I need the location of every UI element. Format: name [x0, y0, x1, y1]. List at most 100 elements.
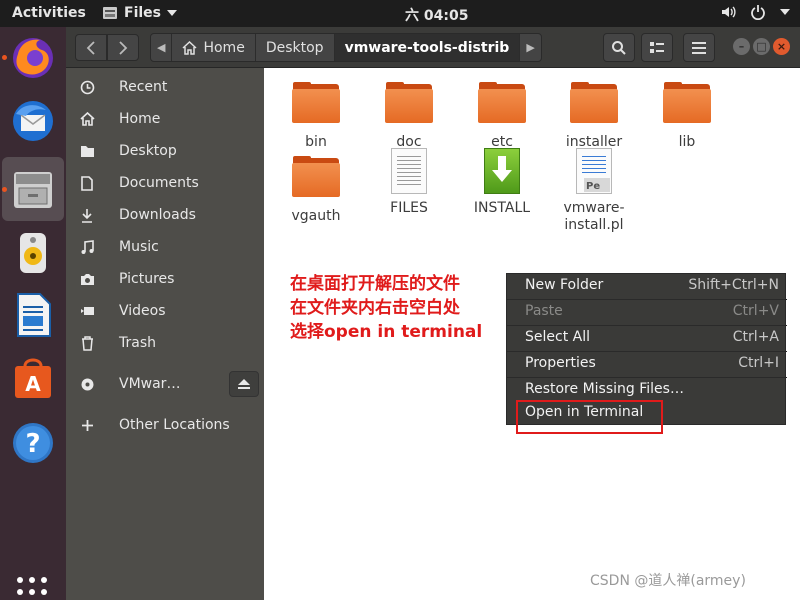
eject-icon [238, 379, 250, 389]
sidebar-item-label: Home [119, 111, 161, 127]
sidebar-item-music[interactable]: Music [66, 233, 264, 261]
menu-button[interactable] [683, 33, 715, 62]
menu-item-properties[interactable]: Properties Ctrl+I [507, 352, 787, 376]
close-button[interactable]: × [773, 38, 790, 55]
app-name: Files [124, 5, 161, 21]
path-desktop-label: Desktop [265, 39, 324, 56]
writer-icon[interactable] [9, 291, 57, 339]
svg-text:Pe: Pe [586, 181, 600, 192]
chevron-down-icon [167, 10, 177, 16]
sidebar-item-desktop[interactable]: Desktop [66, 137, 264, 165]
music-icon [79, 239, 95, 255]
sidebar-item-label: Desktop [119, 143, 177, 159]
camera-icon [79, 271, 95, 287]
sidebar-item-label: Recent [119, 79, 168, 95]
file-name: lib [678, 134, 696, 150]
sidebar-item-label: Trash [119, 335, 156, 351]
firefox-icon[interactable] [9, 33, 57, 81]
sidebar-item-label: Other Locations [119, 417, 230, 433]
sidebar-item-pictures[interactable]: Pictures [66, 265, 264, 293]
search-icon [612, 40, 626, 55]
plus-icon [79, 417, 95, 433]
power-icon[interactable] [750, 4, 766, 20]
sidebar-item-recent[interactable]: Recent [66, 73, 264, 101]
sidebar-item-home[interactable]: Home [66, 105, 264, 133]
minimize-button[interactable]: – [733, 38, 750, 55]
chevron-down-icon[interactable] [780, 9, 790, 15]
home-icon [79, 111, 95, 127]
path-scroll-left[interactable]: ◀ [151, 34, 173, 61]
path-home-label: Home [203, 39, 245, 56]
file-item-lib[interactable]: lib [649, 82, 725, 150]
back-button[interactable] [75, 34, 107, 61]
hamburger-icon [692, 41, 706, 54]
software-icon[interactable]: A [9, 353, 57, 401]
forward-button[interactable] [107, 34, 139, 61]
menu-item-label: Select All [525, 329, 590, 345]
running-indicator [2, 55, 7, 60]
app-menu[interactable]: Files [102, 5, 177, 21]
help-icon[interactable]: ? [9, 419, 57, 467]
sidebar-item-downloads[interactable]: Downloads [66, 201, 264, 229]
system-tray[interactable] [720, 4, 790, 20]
search-button[interactable] [603, 33, 635, 62]
folder-icon [663, 82, 711, 130]
sidebar-item-documents[interactable]: Documents [66, 169, 264, 197]
menu-item-shortcut: Ctrl+A [732, 329, 779, 345]
show-applications-icon[interactable] [17, 577, 47, 600]
menu-item-label: Paste [525, 303, 563, 319]
clock[interactable]: 六 04:05 [405, 5, 468, 25]
menu-item-paste[interactable]: Paste Ctrl+V [507, 300, 787, 324]
menu-item-restore-missing-files[interactable]: Restore Missing Files… [507, 378, 787, 402]
menu-item-select-all[interactable]: Select All Ctrl+A [507, 326, 787, 350]
files-icon[interactable] [2, 157, 64, 221]
file-item-doc[interactable]: doc [371, 82, 447, 150]
path-bar: ◀ Home Desktop vmware-tools-distrib ▶ [150, 33, 542, 62]
activities-button[interactable]: Activities [12, 5, 86, 21]
sidebar-item-other-locations[interactable]: Other Locations [66, 411, 264, 439]
folder-icon [385, 82, 433, 130]
sidebar-item-videos[interactable]: Videos [66, 297, 264, 325]
folder-icon [570, 82, 618, 130]
file-item-etc[interactable]: etc [464, 82, 540, 150]
file-item-vmware-install-pl[interactable]: Pe vmware- install.pl [556, 148, 632, 234]
folder-icon [478, 82, 526, 130]
folder-icon [292, 82, 340, 130]
folder-icon [79, 143, 95, 159]
sidebar-item-label: VMwar… [119, 376, 181, 392]
file-item-files[interactable]: FILES [371, 148, 447, 216]
view-toggle-button[interactable] [641, 33, 673, 62]
maximize-button[interactable]: □ [753, 38, 770, 55]
file-item-install[interactable]: INSTALL [464, 148, 540, 216]
file-name: INSTALL [473, 200, 531, 216]
header-bar: ◀ Home Desktop vmware-tools-distrib ▶ – … [66, 27, 800, 68]
menu-item-label: Properties [525, 355, 596, 371]
sidebar-item-label: Documents [119, 175, 199, 191]
path-scroll-right[interactable]: ▶ [520, 34, 540, 61]
document-icon [79, 175, 95, 191]
eject-button[interactable] [229, 371, 259, 397]
sidebar-item-vmware[interactable]: VMwar… [66, 370, 264, 398]
path-segment-home[interactable]: Home [172, 34, 256, 61]
svg-text:A: A [25, 372, 41, 396]
folder-icon [292, 156, 340, 204]
menu-item-label: Restore Missing Files… [525, 381, 684, 397]
sidebar-item-label: Pictures [119, 271, 175, 287]
annotation-line: 在桌面打开解压的文件 [290, 274, 460, 294]
path-segment-desktop[interactable]: Desktop [256, 34, 335, 61]
file-item-bin[interactable]: bin [278, 82, 354, 150]
menu-item-label: New Folder [525, 277, 604, 293]
rhythmbox-icon[interactable] [9, 229, 57, 277]
file-item-vgauth[interactable]: vgauth [278, 154, 354, 224]
file-item-installer[interactable]: installer [556, 82, 632, 150]
thunderbird-icon[interactable] [9, 97, 57, 145]
menu-item-new-folder[interactable]: New Folder Shift+Ctrl+N [507, 274, 787, 298]
download-icon [79, 207, 95, 223]
sidebar-item-trash[interactable]: Trash [66, 329, 264, 357]
menu-item-shortcut: Ctrl+V [732, 303, 779, 319]
path-segment-current[interactable]: vmware-tools-distrib [334, 34, 521, 61]
annotation-line: 在文件夹内右击空白处 [290, 298, 460, 318]
sidebar-item-label: Videos [119, 303, 166, 319]
volume-icon[interactable] [720, 4, 736, 20]
list-view-icon [650, 41, 664, 53]
